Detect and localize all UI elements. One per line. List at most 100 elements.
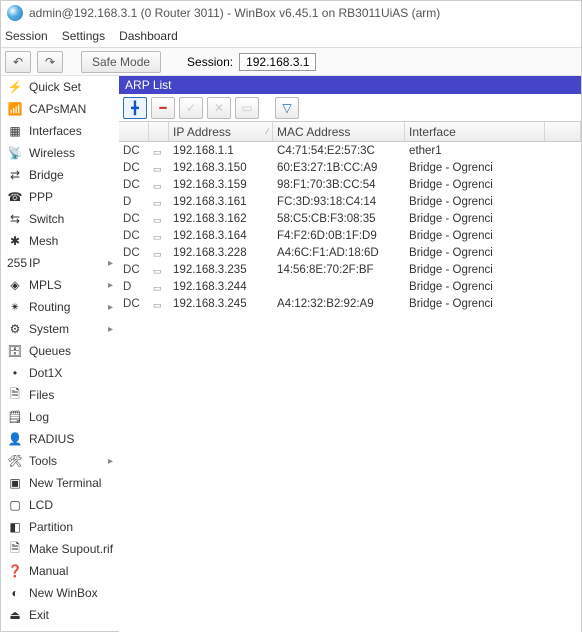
sidebar-item-exit[interactable]: ⏏ Exit (1, 604, 119, 626)
sidebar-item-label: Exit (29, 608, 49, 622)
sidebar-item-label: IP (29, 256, 40, 270)
sidebar-item-mpls[interactable]: ◈MPLS (1, 274, 119, 296)
cell-interface: Bridge - Ogrenci (405, 247, 545, 259)
sidebar-item-ppp[interactable]: ☎PPP (1, 186, 119, 208)
table-row[interactable]: DC192.168.3.164F4:F2:6D:0B:1F:D9Bridge -… (119, 227, 581, 244)
cell-flags: DC (119, 179, 149, 191)
menu-session[interactable]: Session (5, 29, 48, 43)
add-button[interactable]: ╋ (123, 97, 147, 119)
sidebar-item-switch[interactable]: ⇆Switch (1, 208, 119, 230)
cell-icon (149, 280, 169, 294)
undo-button[interactable]: ↶ (5, 51, 31, 73)
sidebar-item-dot1x[interactable]: • Dot1X (1, 362, 119, 384)
entry-icon (153, 280, 162, 294)
col-flags[interactable] (119, 122, 149, 141)
cell-flags: DC (119, 162, 149, 174)
cell-flags: DC (119, 247, 149, 259)
filter-button[interactable]: ▽ (275, 97, 299, 119)
undo-icon: ↶ (13, 55, 23, 69)
table-row[interactable]: DC192.168.3.23514:56:8E:70:2F:BFBridge -… (119, 261, 581, 278)
sidebar: ⚡Quick Set📶CAPsMAN▦Interfaces📡Wireless⇄B… (1, 76, 119, 632)
sidebar-item-manual[interactable]: ❓Manual (1, 560, 119, 582)
lcd-icon: ▢ (7, 498, 23, 512)
cell-ip: 192.168.3.228 (169, 247, 273, 259)
session-label: Session: (187, 55, 233, 69)
table-row[interactable]: DC192.168.3.16258:C5:CB:F3:08:35Bridge -… (119, 210, 581, 227)
sidebar-item-ip[interactable]: 255 IP (1, 252, 119, 274)
table-row[interactable]: DC192.168.3.245A4:12:32:B2:92:A9Bridge -… (119, 295, 581, 312)
make-supout-rif-icon: 🗎 (7, 539, 23, 560)
sidebar-item-mesh[interactable]: ✱Mesh (1, 230, 119, 252)
partition-icon: ◧ (7, 520, 23, 534)
manual-icon: ❓ (7, 564, 23, 578)
sidebar-item-log[interactable]: 🗒Log (1, 406, 119, 428)
safe-mode-button[interactable]: Safe Mode (81, 51, 161, 73)
entry-icon (153, 246, 162, 260)
dot1x-icon: • (7, 366, 23, 380)
table-row[interactable]: DC192.168.3.228A4:6C:F1:AD:18:6DBridge -… (119, 244, 581, 261)
mesh-icon: ✱ (7, 234, 23, 248)
table-row[interactable]: DC192.168.3.15060:E3:27:1B:CC:A9Bridge -… (119, 159, 581, 176)
sidebar-item-label: Queues (29, 344, 71, 358)
sidebar-item-interfaces[interactable]: ▦Interfaces (1, 120, 119, 142)
sidebar-item-wireless[interactable]: 📡Wireless (1, 142, 119, 164)
sidebar-item-capsman[interactable]: 📶CAPsMAN (1, 98, 119, 120)
sidebar-item-system[interactable]: ⚙System (1, 318, 119, 340)
entry-icon (153, 144, 162, 158)
table-row[interactable]: DC192.168.1.1C4:71:54:E2:57:3Cether1 (119, 142, 581, 159)
sidebar-item-label: Log (29, 410, 49, 424)
cell-flags: DC (119, 264, 149, 276)
sidebar-item-label: Dot1X (29, 366, 62, 380)
cell-flags: D (119, 196, 149, 208)
col-mac[interactable]: MAC Address (273, 122, 405, 141)
enable-button[interactable]: ✓ (179, 97, 203, 119)
redo-button[interactable]: ↷ (37, 51, 63, 73)
sidebar-item-make-supout-rif[interactable]: 🗎Make Supout.rif (1, 538, 119, 560)
tools-icon: 🛠 (7, 454, 23, 468)
capsman-icon: 📶 (7, 102, 23, 116)
menu-dashboard[interactable]: Dashboard (119, 29, 178, 43)
sidebar-item-quick-set[interactable]: ⚡Quick Set (1, 76, 119, 98)
cell-flags: DC (119, 145, 149, 157)
sidebar-item-label: Partition (29, 520, 73, 534)
sidebar-item-new-terminal[interactable]: ▣New Terminal (1, 472, 119, 494)
cell-mac: FC:3D:93:18:C4:14 (273, 196, 405, 208)
ip-icon: 255 (7, 256, 23, 270)
session-ip-field[interactable]: 192.168.3.1 (239, 53, 316, 71)
new-winbox-icon: ◐ (7, 586, 23, 600)
sidebar-item-bridge[interactable]: ⇄Bridge (1, 164, 119, 186)
menu-settings[interactable]: Settings (62, 29, 105, 43)
exit-icon: ⏏ (7, 608, 23, 622)
col-icon[interactable] (149, 122, 169, 141)
cell-icon (149, 212, 169, 226)
sidebar-item-label: Interfaces (29, 124, 82, 138)
sidebar-item-tools[interactable]: 🛠 Tools (1, 450, 119, 472)
minus-icon: ━ (159, 101, 166, 115)
table-row[interactable]: DC192.168.3.15998:F1:70:3B:CC:54Bridge -… (119, 176, 581, 193)
col-interface[interactable]: Interface (405, 122, 545, 141)
cell-mac: 60:E3:27:1B:CC:A9 (273, 162, 405, 174)
sidebar-item-new-winbox[interactable]: ◐ New WinBox (1, 582, 119, 604)
sidebar-item-routing[interactable]: ✴Routing (1, 296, 119, 318)
remove-button[interactable]: ━ (151, 97, 175, 119)
cell-interface: Bridge - Ogrenci (405, 230, 545, 242)
check-icon: ✓ (186, 101, 196, 115)
sidebar-item-label: New WinBox (29, 586, 98, 600)
sidebar-item-label: Files (29, 388, 54, 402)
sidebar-item-lcd[interactable]: ▢LCD (1, 494, 119, 516)
comment-button[interactable]: ▭ (235, 97, 259, 119)
session-toolbar: ↶ ↷ Safe Mode Session: 192.168.3.1 (1, 48, 581, 76)
sidebar-item-label: Bridge (29, 168, 64, 182)
sidebar-item-files[interactable]: 🗎Files (1, 384, 119, 406)
sidebar-item-radius[interactable]: 👤RADIUS (1, 428, 119, 450)
cell-ip: 192.168.3.244 (169, 281, 273, 293)
sidebar-item-partition[interactable]: ◧ Partition (1, 516, 119, 538)
sidebar-item-label: Tools (29, 454, 57, 468)
disable-button[interactable]: ✕ (207, 97, 231, 119)
sidebar-item-queues[interactable]: 🗄Queues (1, 340, 119, 362)
table-row[interactable]: D192.168.3.161FC:3D:93:18:C4:14Bridge - … (119, 193, 581, 210)
col-ip[interactable]: IP Address∕ (169, 122, 273, 141)
window-titlebar: admin@192.168.3.1 (0 Router 3011) - WinB… (1, 1, 581, 25)
table-row[interactable]: D192.168.3.244Bridge - Ogrenci (119, 278, 581, 295)
redo-icon: ↷ (45, 55, 55, 69)
